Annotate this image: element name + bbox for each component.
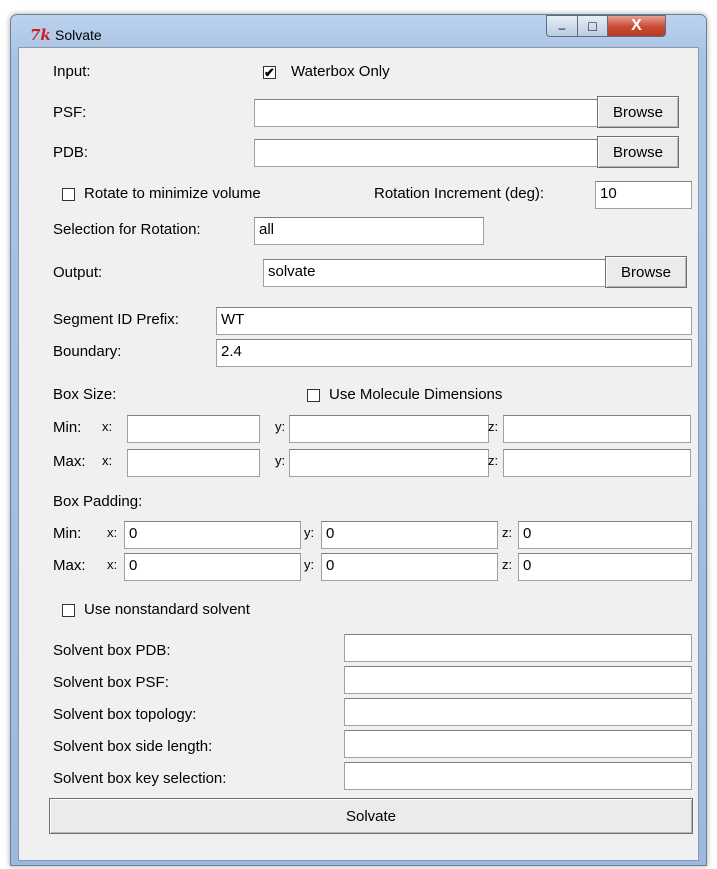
- waterbox-only-checkbox[interactable]: ✔: [263, 66, 276, 79]
- use-molecule-dimensions-checkbox[interactable]: [307, 389, 320, 402]
- box-size-min-label: Min:: [53, 419, 82, 436]
- segment-id-input[interactable]: WT: [216, 307, 692, 335]
- box-size-max-label: Max:: [53, 453, 86, 470]
- minimize-button[interactable]: –: [546, 15, 578, 37]
- box-padding-max-y-label: y:: [304, 557, 315, 572]
- box-size-max-z-input[interactable]: [503, 449, 691, 477]
- window-title: Solvate: [55, 27, 102, 43]
- solvent-side-length-input[interactable]: [344, 730, 692, 758]
- box-padding-label: Box Padding:: [53, 493, 143, 510]
- box-size-min-x-input[interactable]: [127, 415, 260, 443]
- box-size-max-y-input[interactable]: [289, 449, 489, 477]
- box-padding-min-z-input[interactable]: 0: [518, 521, 692, 549]
- waterbox-only-label[interactable]: Waterbox Only: [291, 63, 390, 80]
- box-size-max-z-label: z:: [488, 453, 499, 468]
- selection-rotation-input[interactable]: all: [254, 217, 484, 245]
- solvate-button[interactable]: Solvate: [49, 798, 693, 834]
- close-icon: X: [631, 17, 642, 34]
- box-padding-max-x-input[interactable]: 0: [124, 553, 301, 581]
- pdb-input[interactable]: [254, 139, 598, 167]
- solvate-window: 7k Solvate – □ X Input: ✔ Waterbox Only …: [10, 14, 707, 866]
- solvent-psf-input[interactable]: [344, 666, 692, 694]
- selection-rotation-label: Selection for Rotation:: [53, 221, 201, 238]
- maximize-button[interactable]: □: [578, 15, 608, 37]
- psf-browse-button[interactable]: Browse: [597, 96, 679, 128]
- box-padding-min-y-label: y:: [304, 525, 315, 540]
- box-size-label: Box Size:: [53, 386, 117, 403]
- output-browse-button[interactable]: Browse: [605, 256, 687, 288]
- boundary-input[interactable]: 2.4: [216, 339, 692, 367]
- maximize-icon: □: [588, 18, 597, 34]
- box-padding-max-z-label: z:: [502, 557, 513, 572]
- rotation-increment-input[interactable]: 10: [595, 181, 692, 209]
- solvent-topology-input[interactable]: [344, 698, 692, 726]
- box-size-max-x-label: x:: [102, 453, 113, 468]
- box-padding-max-z-input[interactable]: 0: [518, 553, 692, 581]
- box-padding-min-x-input[interactable]: 0: [124, 521, 301, 549]
- box-padding-max-label: Max:: [53, 557, 86, 574]
- tk-feather-icon: 7k: [30, 26, 51, 44]
- solvent-pdb-label: Solvent box PDB:: [53, 642, 171, 659]
- nonstandard-solvent-checkbox[interactable]: [62, 604, 75, 617]
- box-padding-min-z-label: z:: [502, 525, 513, 540]
- box-size-max-y-label: y:: [275, 453, 286, 468]
- rotation-increment-label: Rotation Increment (deg):: [374, 185, 545, 202]
- pdb-label: PDB:: [53, 144, 89, 161]
- solvent-side-length-label: Solvent box side length:: [53, 738, 213, 755]
- psf-input[interactable]: [254, 99, 598, 127]
- box-padding-max-x-label: x:: [107, 557, 118, 572]
- box-size-min-z-input[interactable]: [503, 415, 691, 443]
- dialog-body: Input: ✔ Waterbox Only PSF: Browse PDB: …: [18, 47, 699, 861]
- solvent-pdb-input[interactable]: [344, 634, 692, 662]
- box-padding-min-label: Min:: [53, 525, 82, 542]
- segment-id-label: Segment ID Prefix:: [53, 311, 179, 328]
- pdb-browse-button[interactable]: Browse: [597, 136, 679, 168]
- box-size-min-z-label: z:: [488, 419, 499, 434]
- output-input[interactable]: solvate: [263, 259, 606, 287]
- title-bar[interactable]: 7k Solvate – □ X: [11, 15, 706, 47]
- box-size-min-y-input[interactable]: [289, 415, 489, 443]
- output-label: Output:: [53, 264, 103, 281]
- psf-label: PSF:: [53, 104, 87, 121]
- solvent-topology-label: Solvent box topology:: [53, 706, 197, 723]
- solvent-key-selection-input[interactable]: [344, 762, 692, 790]
- box-size-max-x-input[interactable]: [127, 449, 260, 477]
- nonstandard-solvent-label[interactable]: Use nonstandard solvent: [84, 601, 250, 618]
- box-padding-min-x-label: x:: [107, 525, 118, 540]
- box-size-min-x-label: x:: [102, 419, 113, 434]
- rotate-label[interactable]: Rotate to minimize volume: [84, 185, 261, 202]
- rotate-checkbox[interactable]: [62, 188, 75, 201]
- solvent-key-selection-label: Solvent box key selection:: [53, 770, 227, 787]
- boundary-label: Boundary:: [53, 343, 122, 360]
- box-padding-min-y-input[interactable]: 0: [321, 521, 498, 549]
- caption-buttons: – □ X: [546, 15, 666, 39]
- input-label: Input:: [53, 63, 91, 80]
- box-padding-max-y-input[interactable]: 0: [321, 553, 498, 581]
- close-button[interactable]: X: [608, 15, 666, 37]
- solvent-psf-label: Solvent box PSF:: [53, 674, 169, 691]
- use-molecule-dimensions-label[interactable]: Use Molecule Dimensions: [329, 386, 502, 403]
- box-size-min-y-label: y:: [275, 419, 286, 434]
- minimize-icon: –: [558, 21, 566, 35]
